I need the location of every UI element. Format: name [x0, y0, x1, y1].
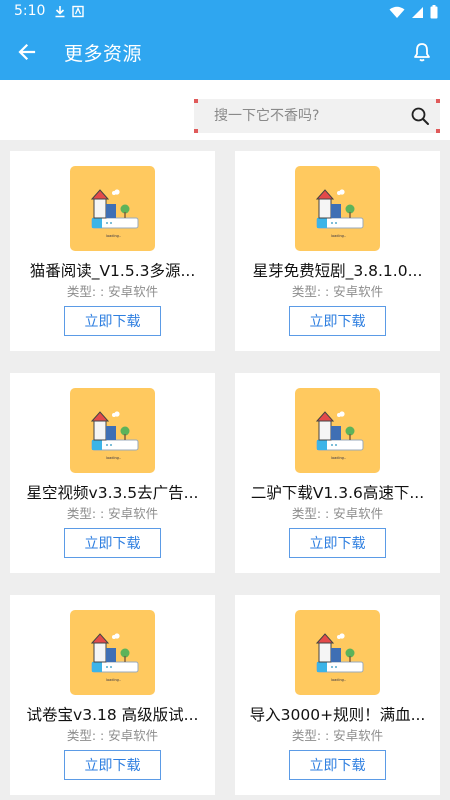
app-placeholder-icon: loading.. — [315, 411, 364, 460]
app-type: 类型: : 安卓软件 — [291, 506, 384, 521]
bell-icon — [414, 43, 430, 62]
app-name: 二驴下载V1.3.6高速下... — [250, 484, 425, 502]
status-system-icons — [389, 5, 438, 19]
app-icon: loading.. — [70, 610, 155, 695]
back-arrow-icon — [18, 43, 36, 61]
search-corner-mark — [194, 129, 198, 133]
resource-card[interactable]: loading.. 导入3000+规则！满血... 类型: : 安卓软件 立即下… — [235, 595, 440, 795]
svg-text:loading..: loading.. — [106, 234, 121, 238]
app-placeholder-icon: loading.. — [90, 633, 139, 682]
wifi-icon — [389, 6, 405, 18]
app-type: 类型: : 安卓软件 — [66, 506, 159, 521]
resource-card[interactable]: loading.. 二驴下载V1.3.6高速下... 类型: : 安卓软件 立即… — [235, 373, 440, 573]
app-icon: loading.. — [295, 388, 380, 473]
status-notification-icons — [54, 5, 84, 18]
store-icon — [72, 5, 84, 18]
download-button[interactable]: 立即下载 — [64, 528, 161, 558]
resource-card[interactable]: loading.. 星空视频v3.3.5去广告... 类型: : 安卓软件 立即… — [10, 373, 215, 573]
app-icon: loading.. — [70, 166, 155, 251]
app-name: 星空视频v3.3.5去广告... — [26, 484, 199, 502]
signal-icon — [412, 6, 423, 18]
search-corner-mark — [436, 99, 440, 103]
svg-text:loading..: loading.. — [106, 456, 121, 460]
app-placeholder-icon: loading.. — [315, 189, 364, 238]
app-type: 类型: : 安卓软件 — [291, 728, 384, 743]
back-button[interactable] — [12, 38, 42, 66]
app-placeholder-icon: loading.. — [90, 411, 139, 460]
svg-text:loading..: loading.. — [106, 678, 121, 682]
status-time: 5:10 — [14, 3, 46, 19]
app-type: 类型: : 安卓软件 — [291, 284, 384, 299]
download-icon — [55, 6, 65, 18]
notification-button[interactable] — [408, 38, 436, 66]
search-corner-mark — [436, 129, 440, 133]
page-title: 更多资源 — [64, 43, 143, 65]
svg-text:loading..: loading.. — [331, 678, 346, 682]
app-placeholder-icon: loading.. — [315, 633, 364, 682]
app-name: 导入3000+规则！满血... — [249, 706, 426, 724]
svg-text:loading..: loading.. — [331, 456, 346, 460]
download-button[interactable]: 立即下载 — [289, 306, 386, 336]
app-name: 猫番阅读_V1.5.3多源... — [29, 262, 196, 280]
app-placeholder-icon: loading.. — [90, 189, 139, 238]
app-icon: loading.. — [295, 166, 380, 251]
search-input[interactable] — [214, 99, 394, 133]
app-name: 试卷宝v3.18 高级版试... — [26, 706, 199, 724]
download-button[interactable]: 立即下载 — [64, 306, 161, 336]
resource-card[interactable]: loading.. 星芽免费短剧_3.8.1.0... 类型: : 安卓软件 立… — [235, 151, 440, 351]
search-box[interactable] — [194, 99, 440, 133]
svg-text:loading..: loading.. — [331, 234, 346, 238]
status-bar: 5:10 — [0, 0, 450, 24]
download-button[interactable]: 立即下载 — [289, 528, 386, 558]
battery-icon — [430, 5, 438, 19]
app-icon: loading.. — [295, 610, 380, 695]
search-corner-mark — [194, 99, 198, 103]
download-button[interactable]: 立即下载 — [289, 750, 386, 780]
app-icon: loading.. — [70, 388, 155, 473]
app-type: 类型: : 安卓软件 — [66, 728, 159, 743]
resource-card[interactable]: loading.. 猫番阅读_V1.5.3多源... 类型: : 安卓软件 立即… — [10, 151, 215, 351]
download-button[interactable]: 立即下载 — [64, 750, 161, 780]
app-name: 星芽免费短剧_3.8.1.0... — [252, 262, 423, 280]
resource-card[interactable]: loading.. 试卷宝v3.18 高级版试... 类型: : 安卓软件 立即… — [10, 595, 215, 795]
app-type: 类型: : 安卓软件 — [66, 284, 159, 299]
search-icon[interactable] — [410, 106, 430, 126]
app-bar: 更多资源 — [0, 24, 450, 80]
